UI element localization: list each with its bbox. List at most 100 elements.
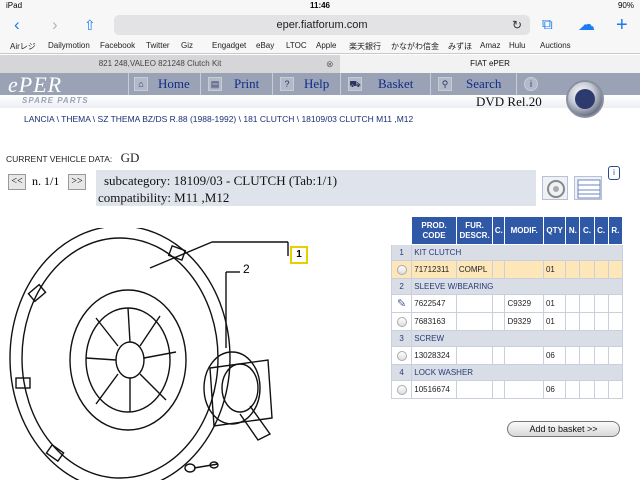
col-header-n: N.: [565, 216, 581, 245]
modif: D9329: [504, 312, 544, 331]
bookmark-item[interactable]: eBay: [256, 41, 274, 50]
bookmark-item[interactable]: Apple: [316, 41, 336, 50]
help-icon[interactable]: ?: [280, 77, 294, 91]
tab-label: 821 248,VALEO 821248 Clutch Kit: [98, 59, 222, 68]
browser-toolbar: ‹ › ⇧ eper.fiatforum.com ↻ ⧉ ☁ +: [0, 12, 640, 38]
info-icon[interactable]: i: [608, 166, 620, 180]
share-icon[interactable]: ⇧: [84, 15, 96, 35]
table-header-row: PROD. CODE FUR. DESCR. C. MODIF. QTY N. …: [390, 216, 624, 245]
new-tab-icon[interactable]: +: [616, 15, 628, 35]
bookmark-item[interactable]: Auctions: [540, 41, 571, 50]
r-cell: [607, 294, 624, 313]
bookmark-item[interactable]: Airレジ: [10, 41, 36, 52]
nav-help[interactable]: Help: [304, 73, 329, 95]
clutch-thumbnail-icon[interactable]: [542, 176, 568, 200]
n-cell: [565, 312, 581, 331]
modif: [504, 346, 544, 365]
row-select[interactable]: ✎: [390, 294, 413, 313]
close-tab-icon[interactable]: ⊗: [326, 55, 334, 73]
table-row[interactable]: 10516674 06: [390, 380, 624, 399]
row-select[interactable]: [390, 260, 413, 279]
search-icon[interactable]: ⚲: [438, 77, 452, 91]
add-to-basket-button[interactable]: Add to basket >>: [507, 421, 620, 437]
table-row[interactable]: ✎ 7622547 C9329 01: [390, 294, 624, 313]
tab-clutch-kit[interactable]: 821 248,VALEO 821248 Clutch Kit: [0, 55, 320, 73]
vehicle-value: GD: [120, 150, 140, 165]
tab-fiat-eper[interactable]: FIAT ePER: [340, 55, 640, 73]
prev-page-button[interactable]: <<: [8, 174, 26, 190]
table-row[interactable]: 13028324 06: [390, 346, 624, 365]
r-cell: [607, 346, 624, 365]
n-cell: [565, 346, 581, 365]
nav-basket[interactable]: Basket: [378, 73, 413, 95]
tab-label: FIAT ePER: [470, 59, 510, 68]
table-thumbnail-icon[interactable]: [574, 176, 602, 200]
bookmark-item[interactable]: Dailymotion: [48, 41, 90, 50]
icloud-tabs-icon[interactable]: ☁: [578, 15, 595, 35]
bookmark-item[interactable]: Amaz: [480, 41, 500, 50]
group-row: 1 KIT CLUTCH: [390, 244, 623, 261]
bookmark-item[interactable]: みずほ: [448, 41, 472, 52]
bookmark-item[interactable]: LTOC: [286, 41, 307, 50]
bookmarks-icon[interactable]: ⧉: [542, 15, 553, 35]
nav-print[interactable]: Print: [234, 73, 259, 95]
r-cell: [607, 380, 624, 399]
prod-code: 7683163: [411, 312, 457, 331]
col-header-qty: QTY: [542, 216, 567, 245]
table-row[interactable]: 71712311 COMPL 01: [390, 260, 624, 279]
qty: 01: [542, 294, 567, 313]
reload-icon[interactable]: ↻: [512, 15, 522, 35]
breadcrumb[interactable]: LANCIA \ THEMA \ SZ THEMA BZ/DS R.88 (19…: [24, 114, 413, 124]
prod-code: 13028324: [411, 346, 457, 365]
edit-note-icon[interactable]: ✎: [397, 297, 406, 310]
group-number: 2: [390, 278, 413, 295]
bookmark-item[interactable]: Engadget: [212, 41, 246, 50]
ipad-screen: iPad 11:46 90% ‹ › ⇧ eper.fiatforum.com …: [0, 0, 640, 480]
radio-icon[interactable]: [396, 316, 407, 327]
basket-icon[interactable]: ⛟: [348, 77, 362, 91]
part-callout-1[interactable]: 1: [290, 246, 308, 264]
page-indicator: n. 1/1: [32, 174, 60, 188]
fur-descr: [455, 312, 494, 331]
row-select[interactable]: [390, 380, 413, 399]
nav-home[interactable]: Home: [158, 73, 190, 95]
bookmark-item[interactable]: Facebook: [100, 41, 135, 50]
next-page-button[interactable]: >>: [68, 174, 86, 190]
row-select[interactable]: [390, 346, 413, 365]
qty: 01: [542, 312, 567, 331]
bookmark-item[interactable]: 楽天銀行: [349, 41, 381, 52]
bookmark-item[interactable]: かながわ信金: [391, 41, 439, 52]
clutch-exploded-diagram: [9, 228, 289, 480]
divider: [516, 73, 517, 95]
bookmark-item[interactable]: Giz: [181, 41, 193, 50]
lancia-logo: [566, 80, 604, 118]
print-icon[interactable]: ▤: [208, 77, 222, 91]
address-bar[interactable]: eper.fiatforum.com ↻: [114, 15, 530, 35]
table-row[interactable]: 7683163 D9329 01: [390, 312, 624, 331]
part-callout-2[interactable]: 2: [243, 262, 250, 276]
group-number: 3: [390, 330, 413, 347]
divider: [430, 73, 431, 95]
col-header-modif: MODIF.: [504, 216, 544, 245]
info-icon[interactable]: i: [524, 77, 538, 91]
back-icon[interactable]: ‹: [14, 15, 20, 35]
row-select[interactable]: [390, 312, 413, 331]
nav-search[interactable]: Search: [466, 73, 501, 95]
bookmark-item[interactable]: Hulu: [509, 41, 525, 50]
compatibility-text: compatibility: M11 ,M12: [98, 190, 230, 205]
bookmark-item[interactable]: Twitter: [146, 41, 170, 50]
radio-icon[interactable]: [396, 264, 407, 275]
current-vehicle-data: CURRENT VEHICLE DATA: GD: [6, 150, 139, 166]
n-cell: [565, 294, 581, 313]
group-number: 1: [390, 244, 413, 261]
dvd-release: DVD Rel.20: [476, 94, 542, 109]
url-text: eper.fiatforum.com: [276, 19, 368, 31]
c3-cell: [593, 260, 609, 279]
c-cell: [492, 346, 506, 365]
radio-icon[interactable]: [396, 350, 407, 361]
group-number: 4: [390, 364, 413, 381]
radio-icon[interactable]: [396, 384, 407, 395]
group-label: LOCK WASHER: [411, 364, 623, 381]
home-icon[interactable]: ⌂: [134, 77, 148, 91]
forward-icon[interactable]: ›: [52, 15, 58, 35]
